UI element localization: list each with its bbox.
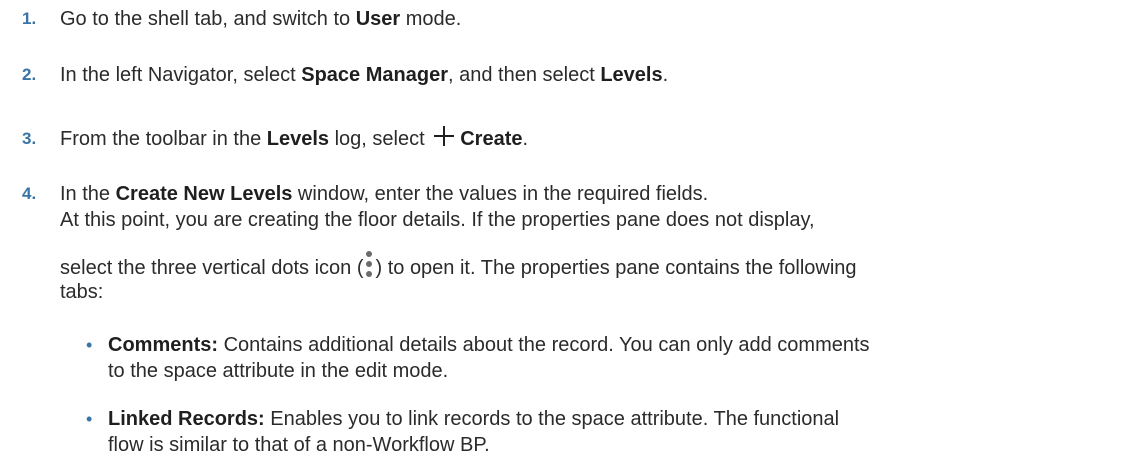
text-run: log, select bbox=[329, 128, 431, 150]
text-run: In the bbox=[60, 183, 116, 205]
bullet-label: Linked Records: bbox=[108, 408, 265, 430]
text-run: , and then select bbox=[447, 64, 601, 86]
text-run: Enables you to link records to the space… bbox=[264, 408, 840, 430]
three-vertical-dots-icon bbox=[364, 251, 374, 277]
ui-term-space-manager: Space Manager bbox=[301, 64, 448, 86]
text-run: . bbox=[662, 64, 669, 86]
bullet-text-line: flow is similar to that of a non-Workflo… bbox=[108, 434, 490, 456]
step-text-line: In the Create New Levels window, enter t… bbox=[60, 181, 708, 207]
text-run: select the three vertical dots icon ( bbox=[60, 257, 364, 279]
plus-icon bbox=[434, 126, 455, 146]
ui-term-levels: Levels bbox=[600, 64, 663, 86]
bullet-label: Comments: bbox=[108, 334, 219, 356]
bullet-text-line: Comments: Contains additional details ab… bbox=[108, 332, 870, 358]
ui-term-create: Create bbox=[460, 128, 523, 150]
bullet-glyph: • bbox=[86, 335, 93, 355]
text-run: Contains additional details about the re… bbox=[218, 334, 870, 356]
step-number: 2. bbox=[22, 65, 37, 84]
text-run: From the toolbar in the bbox=[60, 128, 267, 150]
text-run: Go to the shell tab, and switch to bbox=[60, 8, 356, 30]
bullet-text-line: Linked Records: Enables you to link reco… bbox=[108, 406, 839, 432]
text-run: . bbox=[522, 128, 529, 150]
step-text: From the toolbar in the Levels log, sele… bbox=[60, 126, 528, 152]
step-number: 3. bbox=[22, 129, 37, 148]
text-run: window, enter the values in the required… bbox=[292, 183, 709, 205]
step-text: Go to the shell tab, and switch to User … bbox=[60, 6, 461, 32]
step-text: In the left Navigator, select Space Mana… bbox=[60, 62, 668, 88]
step-text-line: At this point, you are creating the floo… bbox=[60, 209, 815, 231]
text-run: In the left Navigator, select bbox=[60, 64, 302, 86]
step-number: 4. bbox=[22, 184, 37, 203]
ui-term-create-new-levels: Create New Levels bbox=[115, 183, 293, 205]
step-text-line: tabs: bbox=[60, 281, 104, 303]
ui-term-user: User bbox=[355, 8, 401, 30]
bullet-glyph: • bbox=[86, 409, 93, 429]
bullet-text-line: to the space attribute in the edit mode. bbox=[108, 360, 449, 382]
text-run: ) to open it. The properties pane contai… bbox=[375, 257, 857, 279]
text-run: mode. bbox=[400, 8, 462, 30]
ui-term-levels: Levels bbox=[266, 128, 330, 150]
step-text-line: select the three vertical dots icon ( ) t… bbox=[60, 251, 857, 281]
document-body: 1. Go to the shell tab, and switch to Us… bbox=[0, 0, 1145, 468]
step-number: 1. bbox=[22, 9, 37, 28]
